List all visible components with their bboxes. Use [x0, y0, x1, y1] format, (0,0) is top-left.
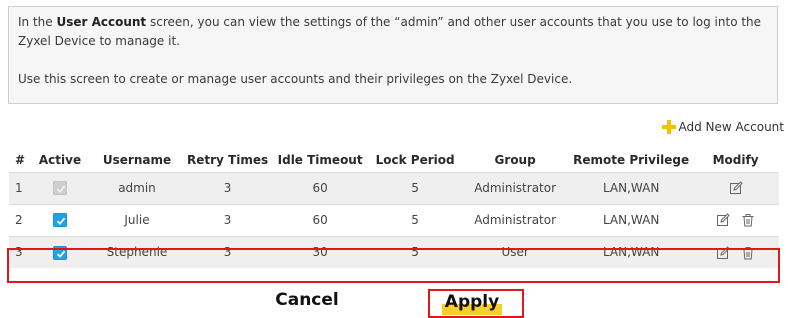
- apply-highlight-box: Apply: [428, 289, 524, 318]
- row-number: 1: [9, 171, 31, 204]
- idle-timeout-cell: 60: [270, 203, 371, 236]
- edit-icon[interactable]: [716, 213, 730, 227]
- column-header-active: Active: [38, 152, 82, 167]
- active-checkbox[interactable]: [53, 213, 67, 228]
- modify-cell: [692, 171, 779, 204]
- add-new-account-label: Add New Account: [678, 120, 785, 134]
- retry-times-cell: 3: [185, 171, 271, 204]
- lock-period-cell: 5: [370, 203, 461, 236]
- add-new-account-button[interactable]: Add New Account: [661, 119, 785, 135]
- username-cell: admin: [89, 171, 185, 204]
- group-cell: Administrator: [460, 203, 571, 236]
- info-line-2: Use this screen to create or manage user…: [18, 72, 573, 86]
- lock-period-cell: 5: [370, 171, 461, 204]
- column-header-group: Group: [494, 152, 536, 167]
- info-line-1: In the User Account screen, you can view…: [18, 13, 768, 51]
- retry-times-cell: 3: [185, 203, 271, 236]
- info-line-1-bold: User Account: [56, 15, 147, 29]
- table-row: 1 admin 3 60 5 Administrator LAN,WAN: [9, 171, 779, 204]
- lock-period-cell: 5: [370, 235, 461, 268]
- username-cell: Julie: [89, 203, 185, 236]
- column-header-retry-times: Retry Times: [187, 152, 269, 167]
- table-header-row: # Active Username Retry Times Idle Timeo…: [9, 148, 779, 172]
- table-row: 3 Stephenie 3 30 5 User LAN,WAN: [9, 235, 779, 268]
- column-header-modify: Modify: [712, 152, 759, 167]
- edit-icon[interactable]: [716, 245, 730, 260]
- group-cell: Administrator: [460, 171, 571, 204]
- username-cell: Stephenie: [89, 235, 185, 268]
- active-cell: [31, 171, 89, 204]
- column-header-remote-privilege: Remote Privilege: [573, 152, 690, 167]
- retry-times-cell: 3: [185, 235, 271, 268]
- remote-privilege-cell: LAN,WAN: [570, 203, 693, 236]
- trash-icon[interactable]: [741, 213, 755, 227]
- cancel-button[interactable]: Cancel: [266, 289, 348, 312]
- column-header-num: #: [15, 152, 26, 167]
- active-checkbox[interactable]: [53, 245, 67, 260]
- idle-timeout-cell: 60: [270, 171, 371, 204]
- trash-icon[interactable]: [741, 246, 755, 260]
- modify-cell: [692, 235, 779, 268]
- remote-privilege-cell: LAN,WAN: [570, 171, 693, 204]
- apply-button[interactable]: Apply: [442, 291, 502, 315]
- active-cell: [31, 235, 89, 268]
- row-number: 3: [9, 235, 31, 268]
- remote-privilege-cell: LAN,WAN: [570, 235, 693, 268]
- column-header-lock-period: Lock Period: [375, 152, 455, 167]
- table-row: 2 Julie 3 60 5 Administrator LAN,WAN: [9, 203, 779, 236]
- plus-icon: [661, 120, 676, 134]
- column-header-idle-timeout: Idle Timeout: [277, 152, 363, 167]
- info-box: In the User Account screen, you can view…: [8, 6, 778, 104]
- active-checkbox: [53, 181, 67, 196]
- idle-timeout-cell: 30: [270, 235, 371, 268]
- column-header-username: Username: [102, 152, 172, 167]
- row-number: 2: [9, 203, 31, 236]
- active-cell: [31, 203, 89, 236]
- modify-cell: [692, 203, 779, 236]
- info-line-1-prefix: In the: [18, 15, 57, 29]
- group-cell: User: [460, 235, 571, 268]
- user-accounts-table: # Active Username Retry Times Idle Timeo…: [9, 148, 779, 268]
- edit-icon[interactable]: [729, 181, 743, 195]
